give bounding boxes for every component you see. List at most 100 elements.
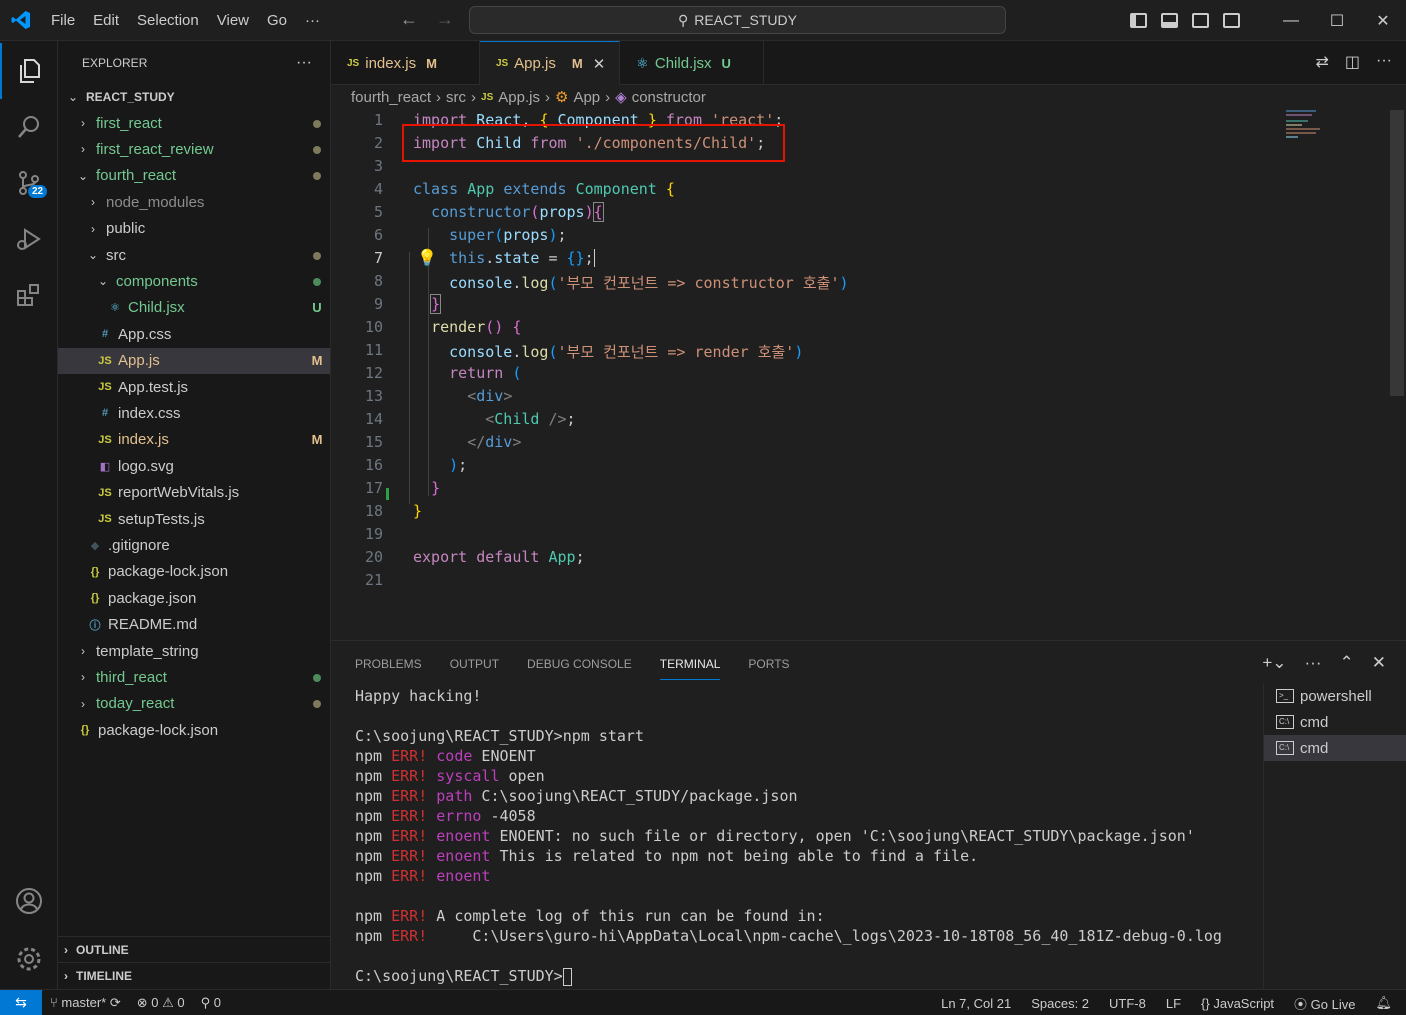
tab-index-js[interactable]: JS index.js M — [331, 41, 480, 85]
line-number: 20 — [364, 548, 383, 566]
go-live-button[interactable]: ⦿ Go Live — [1294, 994, 1355, 1013]
menu-edit[interactable]: Edit — [84, 12, 128, 29]
terminal-prefix: npm — [355, 927, 392, 945]
terminal-item-cmd[interactable]: C:\ cmd — [1264, 709, 1406, 735]
tree-file[interactable]: JS setupTests.js — [58, 506, 330, 532]
menu-more[interactable]: ··· — [296, 12, 329, 29]
close-panel-icon[interactable]: ✕ — [1372, 653, 1386, 673]
breadcrumb-class[interactable]: App — [573, 89, 600, 106]
tree-folder[interactable]: ⌄ components — [58, 268, 330, 294]
extensions-icon[interactable] — [0, 267, 58, 323]
tab-debug-console[interactable]: DEBUG CONSOLE — [527, 657, 632, 680]
tab-terminal[interactable]: TERMINAL — [659, 657, 721, 680]
command-center-search[interactable]: ⚲ REACT_STUDY — [469, 6, 1006, 34]
settings-gear-icon[interactable] — [0, 931, 58, 987]
terminal-item-powershell[interactable]: >_ powershell — [1264, 683, 1406, 709]
toggle-primary-sidebar-icon[interactable] — [1130, 13, 1147, 28]
encoding[interactable]: UTF-8 — [1109, 996, 1146, 1011]
tree-folder[interactable]: › today_react — [58, 691, 330, 717]
workspace-root[interactable]: ⌄ REACT_STUDY — [58, 84, 330, 110]
customize-layout-icon[interactable] — [1223, 13, 1240, 28]
tab-child-jsx[interactable]: ⚛ Child.jsx U — [620, 41, 764, 85]
code-line-14: <Child />; — [485, 410, 576, 428]
tree-file[interactable]: {} package.json — [58, 585, 330, 611]
back-arrow-icon[interactable]: ← — [400, 9, 418, 30]
chevron-right-icon: › — [64, 942, 68, 957]
tree-folder[interactable]: › first_react_review — [58, 136, 330, 162]
branch-indicator[interactable]: ⑂ master* ⟳ — [50, 995, 121, 1011]
cmd-icon: C:\ — [1276, 715, 1294, 729]
tree-folder[interactable]: › public — [58, 216, 330, 242]
editor-scrollbar[interactable] — [1390, 110, 1404, 396]
run-debug-icon[interactable] — [0, 211, 58, 267]
new-terminal-icon[interactable]: +⌄ — [1262, 653, 1286, 673]
accounts-icon[interactable] — [0, 873, 58, 929]
tree-file[interactable]: JS App.test.js — [58, 374, 330, 400]
split-editor-icon[interactable]: ◫ — [1345, 52, 1360, 72]
breadcrumb-src[interactable]: src — [446, 89, 466, 106]
compare-changes-icon[interactable]: ⇄ — [1315, 52, 1328, 72]
maximize-icon[interactable]: ☐ — [1314, 0, 1360, 41]
maximize-panel-icon[interactable]: ⌃ — [1340, 653, 1354, 673]
line-number: 7 — [373, 249, 383, 267]
terminal-item-cmd-active[interactable]: C:\ cmd — [1264, 735, 1406, 761]
tree-file[interactable]: {} package-lock.json — [58, 717, 330, 743]
tab-problems[interactable]: PROBLEMS — [355, 657, 422, 680]
tree-file[interactable]: JS index.js M — [58, 427, 330, 453]
toggle-secondary-sidebar-icon[interactable] — [1192, 13, 1209, 28]
tree-file[interactable]: # App.css — [58, 321, 330, 347]
outline-section[interactable]: › OUTLINE — [58, 936, 330, 962]
tree-file[interactable]: ⓘ README.md — [58, 612, 330, 638]
close-tab-icon[interactable]: ✕ — [593, 55, 606, 73]
tree-file[interactable]: JS reportWebVitals.js — [58, 480, 330, 506]
tree-file[interactable]: ◆ .gitignore — [58, 532, 330, 558]
code-editor[interactable]: 1 2 3 4 5 6 7 8 9 10 11 12 13 14 15 16 17 18 19 20 21 💡 impo… — [331, 108, 1406, 640]
menu-file[interactable]: File — [42, 12, 84, 29]
tree-item-label: setupTests.js — [118, 510, 205, 528]
source-control-icon[interactable]: 22 — [0, 155, 58, 211]
breadcrumb-folder[interactable]: fourth_react — [351, 89, 431, 106]
panel-more-icon[interactable]: ··· — [1305, 653, 1322, 673]
toggle-panel-icon[interactable] — [1161, 13, 1178, 28]
explorer-icon[interactable] — [0, 43, 58, 99]
tree-file[interactable]: ⚛ Child.jsx U — [58, 295, 330, 321]
tree-file[interactable]: # index.css — [58, 400, 330, 426]
tab-app-js[interactable]: JS App.js M ✕ — [479, 41, 621, 85]
git-status-dot — [304, 116, 330, 131]
ports-indicator[interactable]: ⚲ 0 — [201, 995, 221, 1011]
problems-indicator[interactable]: ⊗ 0 ⚠ 0 — [137, 995, 185, 1011]
tree-folder[interactable]: ⌄ fourth_react — [58, 163, 330, 189]
notifications-bell-icon[interactable]: 🔔︎ — [1375, 995, 1392, 1011]
indentation[interactable]: Spaces: 2 — [1031, 996, 1089, 1011]
tree-folder[interactable]: › node_modules — [58, 189, 330, 215]
tree-file[interactable]: {} package-lock.json — [58, 559, 330, 585]
tree-file[interactable]: ◧ logo.svg — [58, 453, 330, 479]
explorer-more-icon[interactable]: ··· — [296, 54, 312, 72]
editor-more-icon[interactable]: ··· — [1376, 52, 1392, 72]
remote-indicator-icon[interactable]: ⇆ — [0, 989, 42, 1015]
sync-icon[interactable]: ⟳ — [110, 995, 121, 1010]
tree-folder[interactable]: › third_react — [58, 664, 330, 690]
forward-arrow-icon[interactable]: → — [436, 9, 454, 30]
menu-selection[interactable]: Selection — [128, 12, 208, 29]
tree-folder[interactable]: ⌄ src — [58, 242, 330, 268]
close-window-icon[interactable]: ✕ — [1360, 0, 1406, 41]
breadcrumb-method[interactable]: constructor — [632, 89, 706, 106]
breadcrumb-file[interactable]: App.js — [498, 89, 540, 106]
tree-folder[interactable]: › template_string — [58, 638, 330, 664]
minimize-icon[interactable]: — — [1268, 0, 1314, 41]
minimap[interactable] — [1286, 110, 1330, 150]
tree-file[interactable]: JS App.js M — [58, 347, 330, 374]
tree-folder[interactable]: › first_react — [58, 110, 330, 136]
search-activity-icon[interactable] — [0, 99, 58, 155]
menu-go[interactable]: Go — [258, 12, 296, 29]
language-mode[interactable]: {} JavaScript — [1201, 996, 1274, 1011]
line-ending[interactable]: LF — [1166, 996, 1181, 1011]
menu-view[interactable]: View — [208, 12, 258, 29]
timeline-section[interactable]: › TIMELINE — [58, 962, 330, 988]
cursor-position[interactable]: Ln 7, Col 21 — [941, 996, 1011, 1011]
tree-item-label: README.md — [108, 616, 198, 634]
tab-output[interactable]: OUTPUT — [450, 657, 499, 680]
tab-ports[interactable]: PORTS — [748, 657, 789, 680]
git-status-dot — [304, 274, 330, 289]
